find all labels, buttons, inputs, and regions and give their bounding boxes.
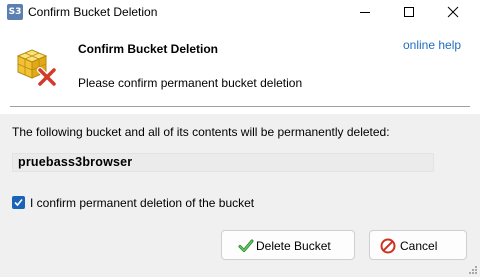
header-title: Confirm Bucket Deletion: [78, 42, 219, 56]
resize-grip-icon[interactable]: [466, 263, 478, 275]
bucket-name-field: pruebass3browser: [12, 153, 434, 172]
maximize-icon: [404, 7, 414, 17]
close-icon: [447, 6, 459, 18]
online-help-link[interactable]: online help: [403, 38, 461, 52]
window-title: Confirm Bucket Deletion: [28, 5, 158, 19]
minimize-icon: [360, 12, 370, 13]
cancel-icon: [380, 238, 396, 254]
confirm-checkbox[interactable]: [12, 196, 25, 209]
cancel-button[interactable]: Cancel: [369, 230, 467, 260]
confirm-checkbox-label[interactable]: I confirm permanent deletion of the buck…: [30, 196, 254, 210]
delete-bucket-button[interactable]: Delete Bucket: [221, 230, 355, 260]
confirm-bucket-deletion-dialog: S3 Confirm Bucket Deletion Confirm Bucke…: [0, 0, 480, 277]
bucket-delete-icon: [16, 49, 57, 87]
delete-bucket-label: Delete Bucket: [256, 239, 331, 253]
bucket-name: pruebass3browser: [18, 155, 133, 169]
header-subtitle: Please confirm permanent bucket deletion: [78, 76, 303, 90]
minimize-button[interactable]: [342, 0, 388, 24]
dialog-header: Confirm Bucket Deletion Please confirm p…: [0, 24, 480, 114]
checkmark-icon: [14, 198, 23, 207]
app-icon: S3: [7, 4, 23, 20]
maximize-button[interactable]: [386, 0, 432, 24]
green-check-icon: [238, 239, 254, 252]
close-button[interactable]: [430, 0, 476, 24]
cancel-label: Cancel: [400, 239, 438, 253]
header-divider: [10, 106, 470, 107]
deletion-message: The following bucket and all of its cont…: [12, 125, 390, 139]
title-bar: S3 Confirm Bucket Deletion: [0, 0, 480, 24]
